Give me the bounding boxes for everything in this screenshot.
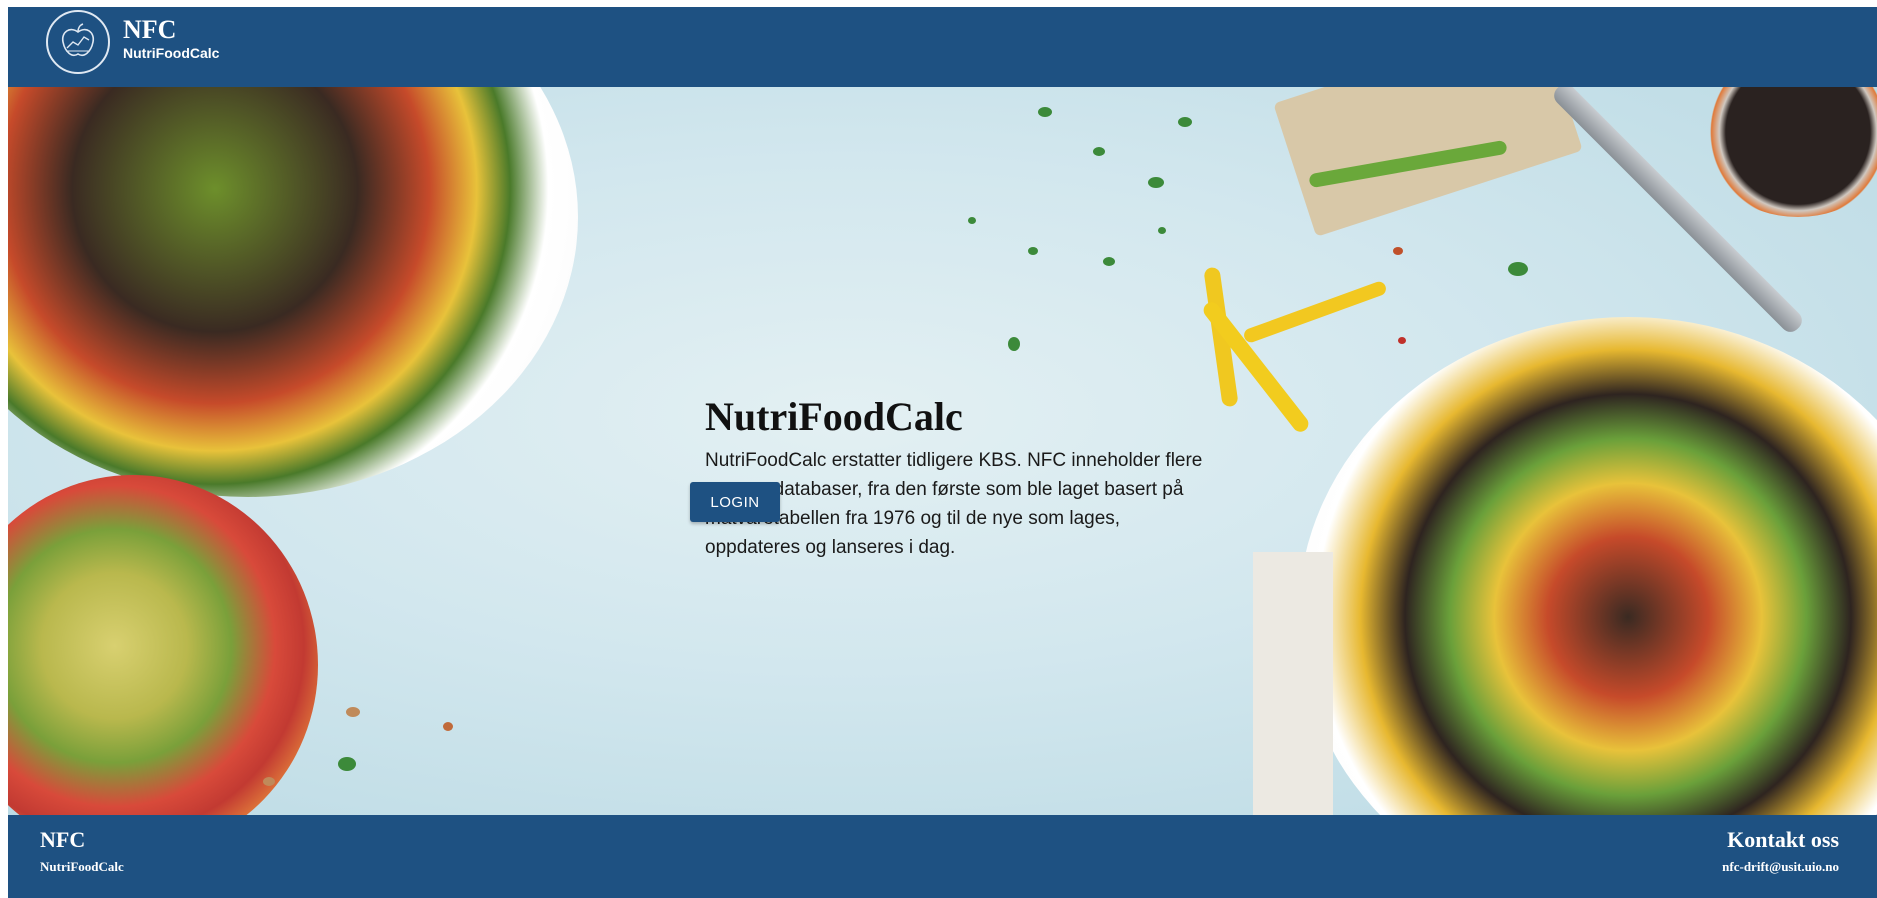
napkin <box>1253 552 1333 815</box>
footer-brand-name: NutriFoodCalc <box>40 859 124 874</box>
salad-plate-right <box>1298 317 1877 815</box>
herb-speck <box>338 757 356 771</box>
avocado-bowl-bottom-left <box>8 475 318 815</box>
herb-speck <box>1103 257 1115 266</box>
herb-speck <box>1008 337 1020 351</box>
herb-speck <box>1093 147 1105 156</box>
beans-bowl-top-right <box>1698 87 1877 217</box>
header-brand-name[interactable]: NutriFoodCalc <box>123 45 219 61</box>
nut-speck <box>443 722 453 731</box>
footer-contact-email[interactable]: nfc-drift@usit.uio.no <box>1722 859 1839 875</box>
site-header: NFC NutriFoodCalc <box>8 7 1877 87</box>
hero-section: NutriFoodCalc NutriFoodCalc erstatter ti… <box>8 87 1877 815</box>
herb-speck <box>1158 227 1166 234</box>
hero-content: NutriFoodCalc NutriFoodCalc erstatter ti… <box>705 394 1205 562</box>
site-footer: NFC NutriFoodCalc Kontakt oss nfc-drift@… <box>8 815 1877 898</box>
header-brand-abbr[interactable]: NFC <box>123 15 176 45</box>
herb-speck <box>1038 107 1052 117</box>
herb-speck <box>1508 262 1528 276</box>
hero-description: NutriFoodCalc erstatter tidligere KBS. N… <box>705 450 1203 558</box>
nut-speck <box>263 777 275 786</box>
tomato-speck <box>1398 337 1406 344</box>
nut-speck <box>346 707 360 717</box>
herb-speck <box>1148 177 1164 188</box>
footer-brand-abbr: NFC <box>40 827 86 852</box>
footer-contact-title: Kontakt oss <box>1727 827 1839 852</box>
herb-speck <box>968 217 976 224</box>
herb-speck <box>1178 117 1192 127</box>
tomato-speck <box>1393 247 1403 255</box>
apple-chart-logo-icon[interactable] <box>46 10 110 74</box>
herb-speck <box>1028 247 1038 255</box>
login-button[interactable]: LOGIN <box>690 482 780 522</box>
yellow-pepper <box>1242 279 1388 345</box>
salad-plate-top-left <box>8 87 578 497</box>
hero-title: NutriFoodCalc <box>705 394 963 439</box>
